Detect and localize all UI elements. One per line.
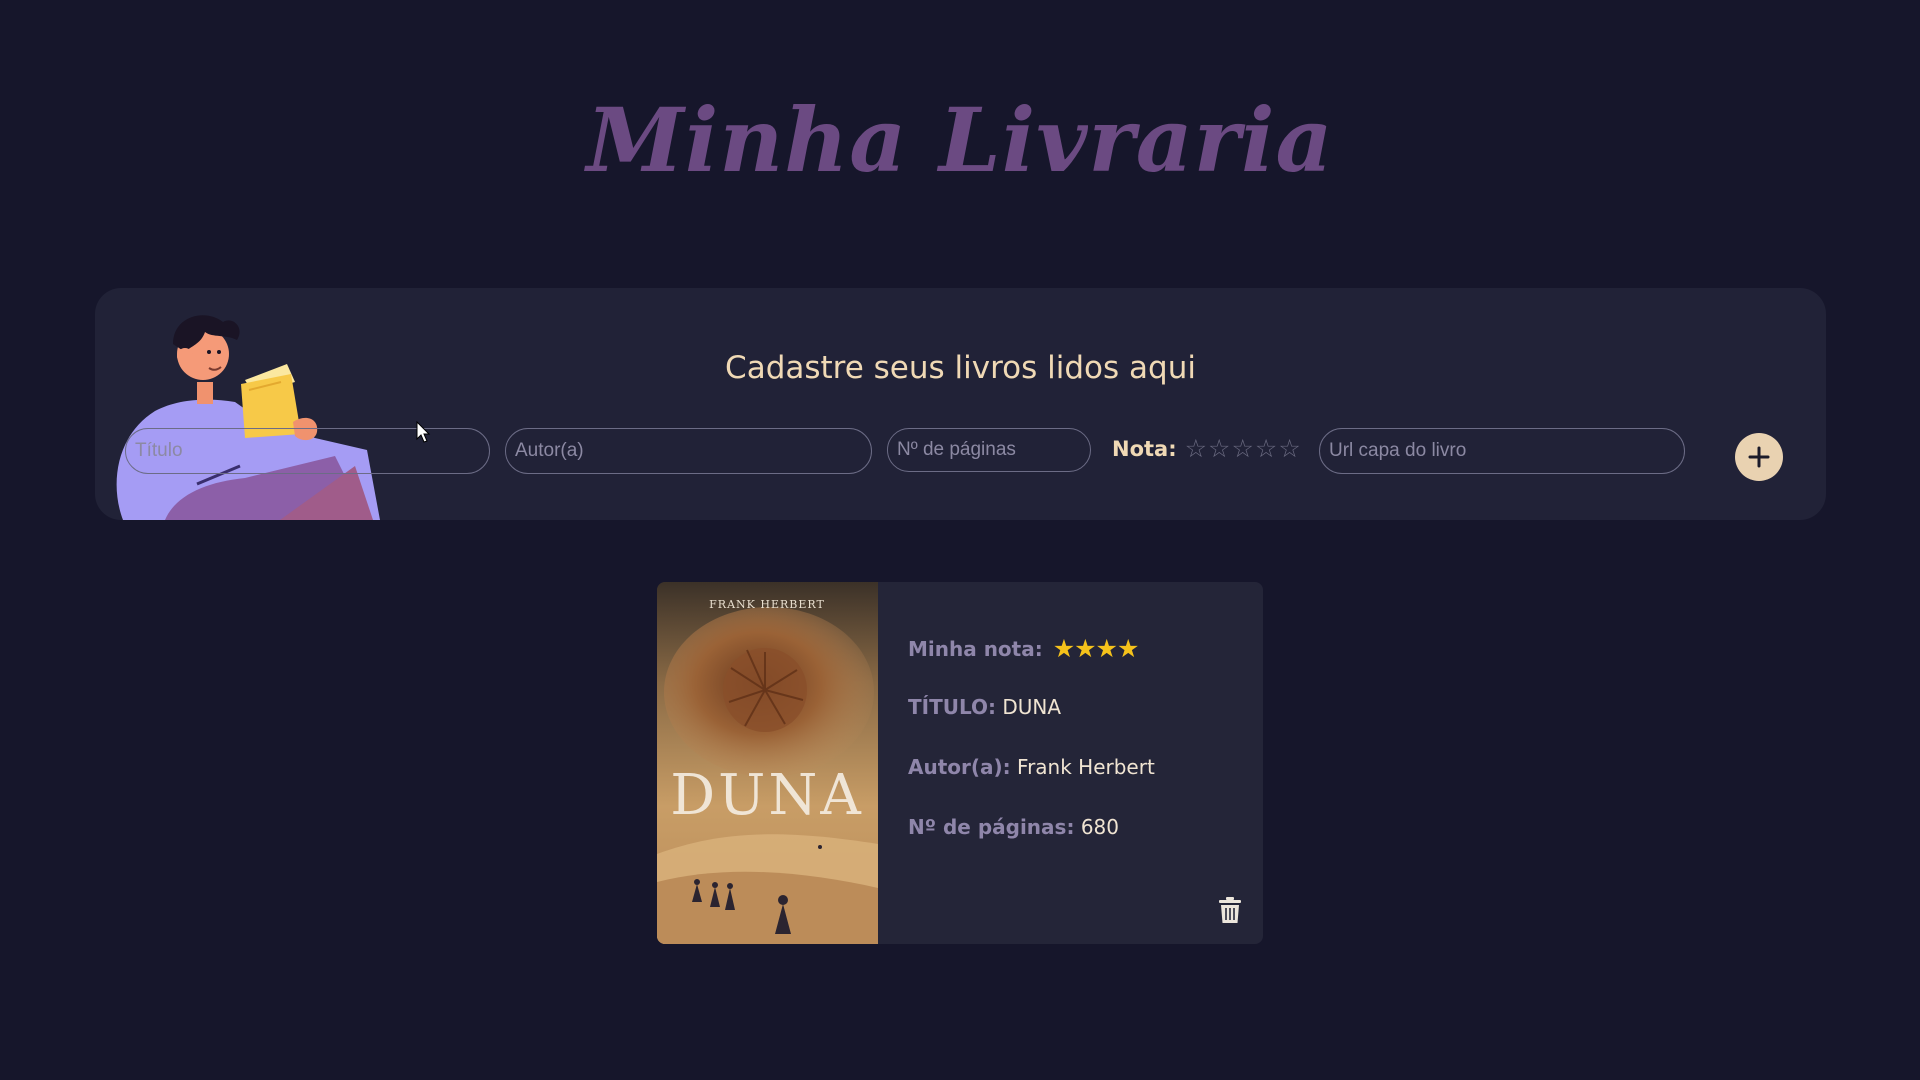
- author-row-label: Autor(a):: [908, 755, 1011, 779]
- rating-star-1-icon[interactable]: ☆: [1185, 436, 1207, 461]
- trash-icon[interactable]: [1218, 896, 1242, 924]
- book-pages-row: Nº de páginas: 680: [908, 815, 1119, 839]
- pages-row-label: Nº de páginas:: [908, 815, 1075, 839]
- book-card: FRANK HERBERT DUNA Minha nota: ★★★★ TÍTUL…: [657, 582, 1263, 944]
- author-input[interactable]: [505, 428, 872, 474]
- rating-star-5-icon[interactable]: ☆: [1278, 436, 1300, 461]
- book-rating-row: Minha nota: ★★★★: [908, 634, 1140, 663]
- rating-star-3-icon[interactable]: ☆: [1231, 436, 1253, 461]
- title-input[interactable]: [125, 428, 490, 474]
- title-row-label: TÍTULO:: [908, 695, 996, 719]
- book-form-panel: Cadastre seus livros lidos aqui Nota: ☆ …: [95, 288, 1826, 520]
- rating-label: Nota:: [1112, 436, 1177, 461]
- cover-author-text: FRANK HERBERT: [709, 598, 825, 611]
- book-title-value: DUNA: [1002, 695, 1062, 719]
- book-title-row: TÍTULO: DUNA: [908, 695, 1061, 719]
- book-author-row: Autor(a): Frank Herbert: [908, 755, 1155, 779]
- cover-url-input[interactable]: [1319, 428, 1685, 474]
- book-author-value: Frank Herbert: [1017, 755, 1155, 779]
- book-pages-value: 680: [1080, 815, 1119, 839]
- rating-input: Nota: ☆ ☆ ☆ ☆ ☆: [1112, 436, 1302, 461]
- reader-illustration: [116, 315, 380, 520]
- rating-star-4-icon[interactable]: ☆: [1255, 436, 1277, 461]
- pages-input[interactable]: [887, 428, 1091, 472]
- rating-stars-icon: ★★★★: [1052, 634, 1140, 663]
- form-heading: Cadastre seus livros lidos aqui: [725, 350, 1196, 386]
- app-title: Minha Livraria: [586, 88, 1334, 192]
- plus-icon: [1748, 446, 1770, 468]
- rating-row-label: Minha nota:: [908, 637, 1043, 661]
- add-book-button[interactable]: [1735, 433, 1783, 481]
- cover-title-text: DUNA: [670, 763, 864, 828]
- mouse-cursor-icon: [416, 421, 431, 443]
- book-cover-image: FRANK HERBERT DUNA: [657, 582, 878, 944]
- rating-star-2-icon[interactable]: ☆: [1208, 436, 1230, 461]
